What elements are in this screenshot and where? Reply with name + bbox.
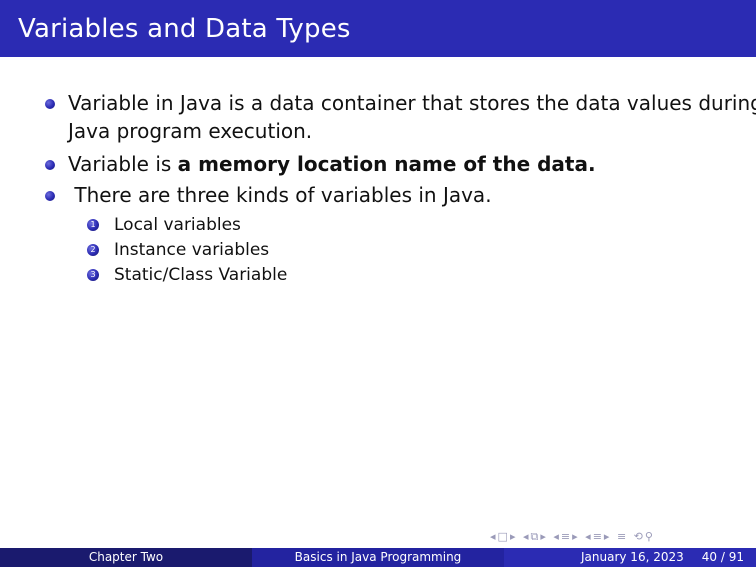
bullet-text-1a: Variable in Java is a data container tha… xyxy=(68,91,756,115)
footer-right: January 16, 2023 40 / 91 xyxy=(504,548,756,567)
bullet-text-2: Variable is a memory location name of th… xyxy=(68,150,596,178)
bullet-icon xyxy=(45,160,55,170)
nav-next-section-icon[interactable]: ▸ xyxy=(572,530,580,543)
nav-next-part-icon[interactable]: ▸ xyxy=(604,530,612,543)
nav-subsection-icon[interactable]: ⧉ xyxy=(531,530,541,543)
beamer-nav-bar: ◂□▸ ◂⧉▸ ◂≡▸ ◂≡▸ ≡ ⟲⚲ xyxy=(490,530,655,544)
enum-number-2-icon: 2 xyxy=(87,244,99,256)
nav-part-icon[interactable]: ≡ xyxy=(593,530,604,543)
footer-author: Chapter Two xyxy=(0,548,252,567)
footer-date: January 16, 2023 xyxy=(581,550,684,564)
nav-align-icon[interactable]: ≡ xyxy=(617,530,628,543)
nav-frame-icon[interactable]: □ xyxy=(498,530,510,543)
bullet-text-2-bold: a memory location name of the data. xyxy=(177,152,596,176)
nav-section-icon[interactable]: ≡ xyxy=(561,530,572,543)
title-bar: Variables and Data Types xyxy=(0,0,756,57)
enum-number-3-icon: 3 xyxy=(87,269,99,281)
bullet-icon xyxy=(45,99,55,109)
nav-prev-frame-icon[interactable]: ◂ xyxy=(490,530,498,543)
footer: Chapter Two Basics in Java Programming J… xyxy=(0,548,756,567)
nav-prev-section-icon[interactable]: ◂ xyxy=(553,530,561,543)
nav-prev-subsection-icon[interactable]: ◂ xyxy=(523,530,531,543)
enum-item-3: Static/Class Variable xyxy=(114,265,288,285)
enum-number-1-icon: 1 xyxy=(87,219,99,231)
nav-next-frame-icon[interactable]: ▸ xyxy=(510,530,518,543)
slide-title: Variables and Data Types xyxy=(18,14,351,44)
footer-page-number: 40 / 91 xyxy=(701,550,744,564)
enum-item-2: Instance variables xyxy=(114,240,270,260)
nav-next-subsection-icon[interactable]: ▸ xyxy=(540,530,548,543)
bullet-text-3: There are three kinds of variables in Ja… xyxy=(68,183,492,207)
enum-item-1: Local variables xyxy=(114,215,241,235)
nav-search-icon[interactable]: ⟲⚲ xyxy=(634,530,655,543)
nav-prev-part-icon[interactable]: ◂ xyxy=(585,530,593,543)
bullet-text-1b: Java program execution. xyxy=(68,119,313,143)
footer-title: Basics in Java Programming xyxy=(252,548,504,567)
bullet-text-2-prefix: Variable is xyxy=(68,152,178,176)
bullet-icon xyxy=(45,191,55,201)
